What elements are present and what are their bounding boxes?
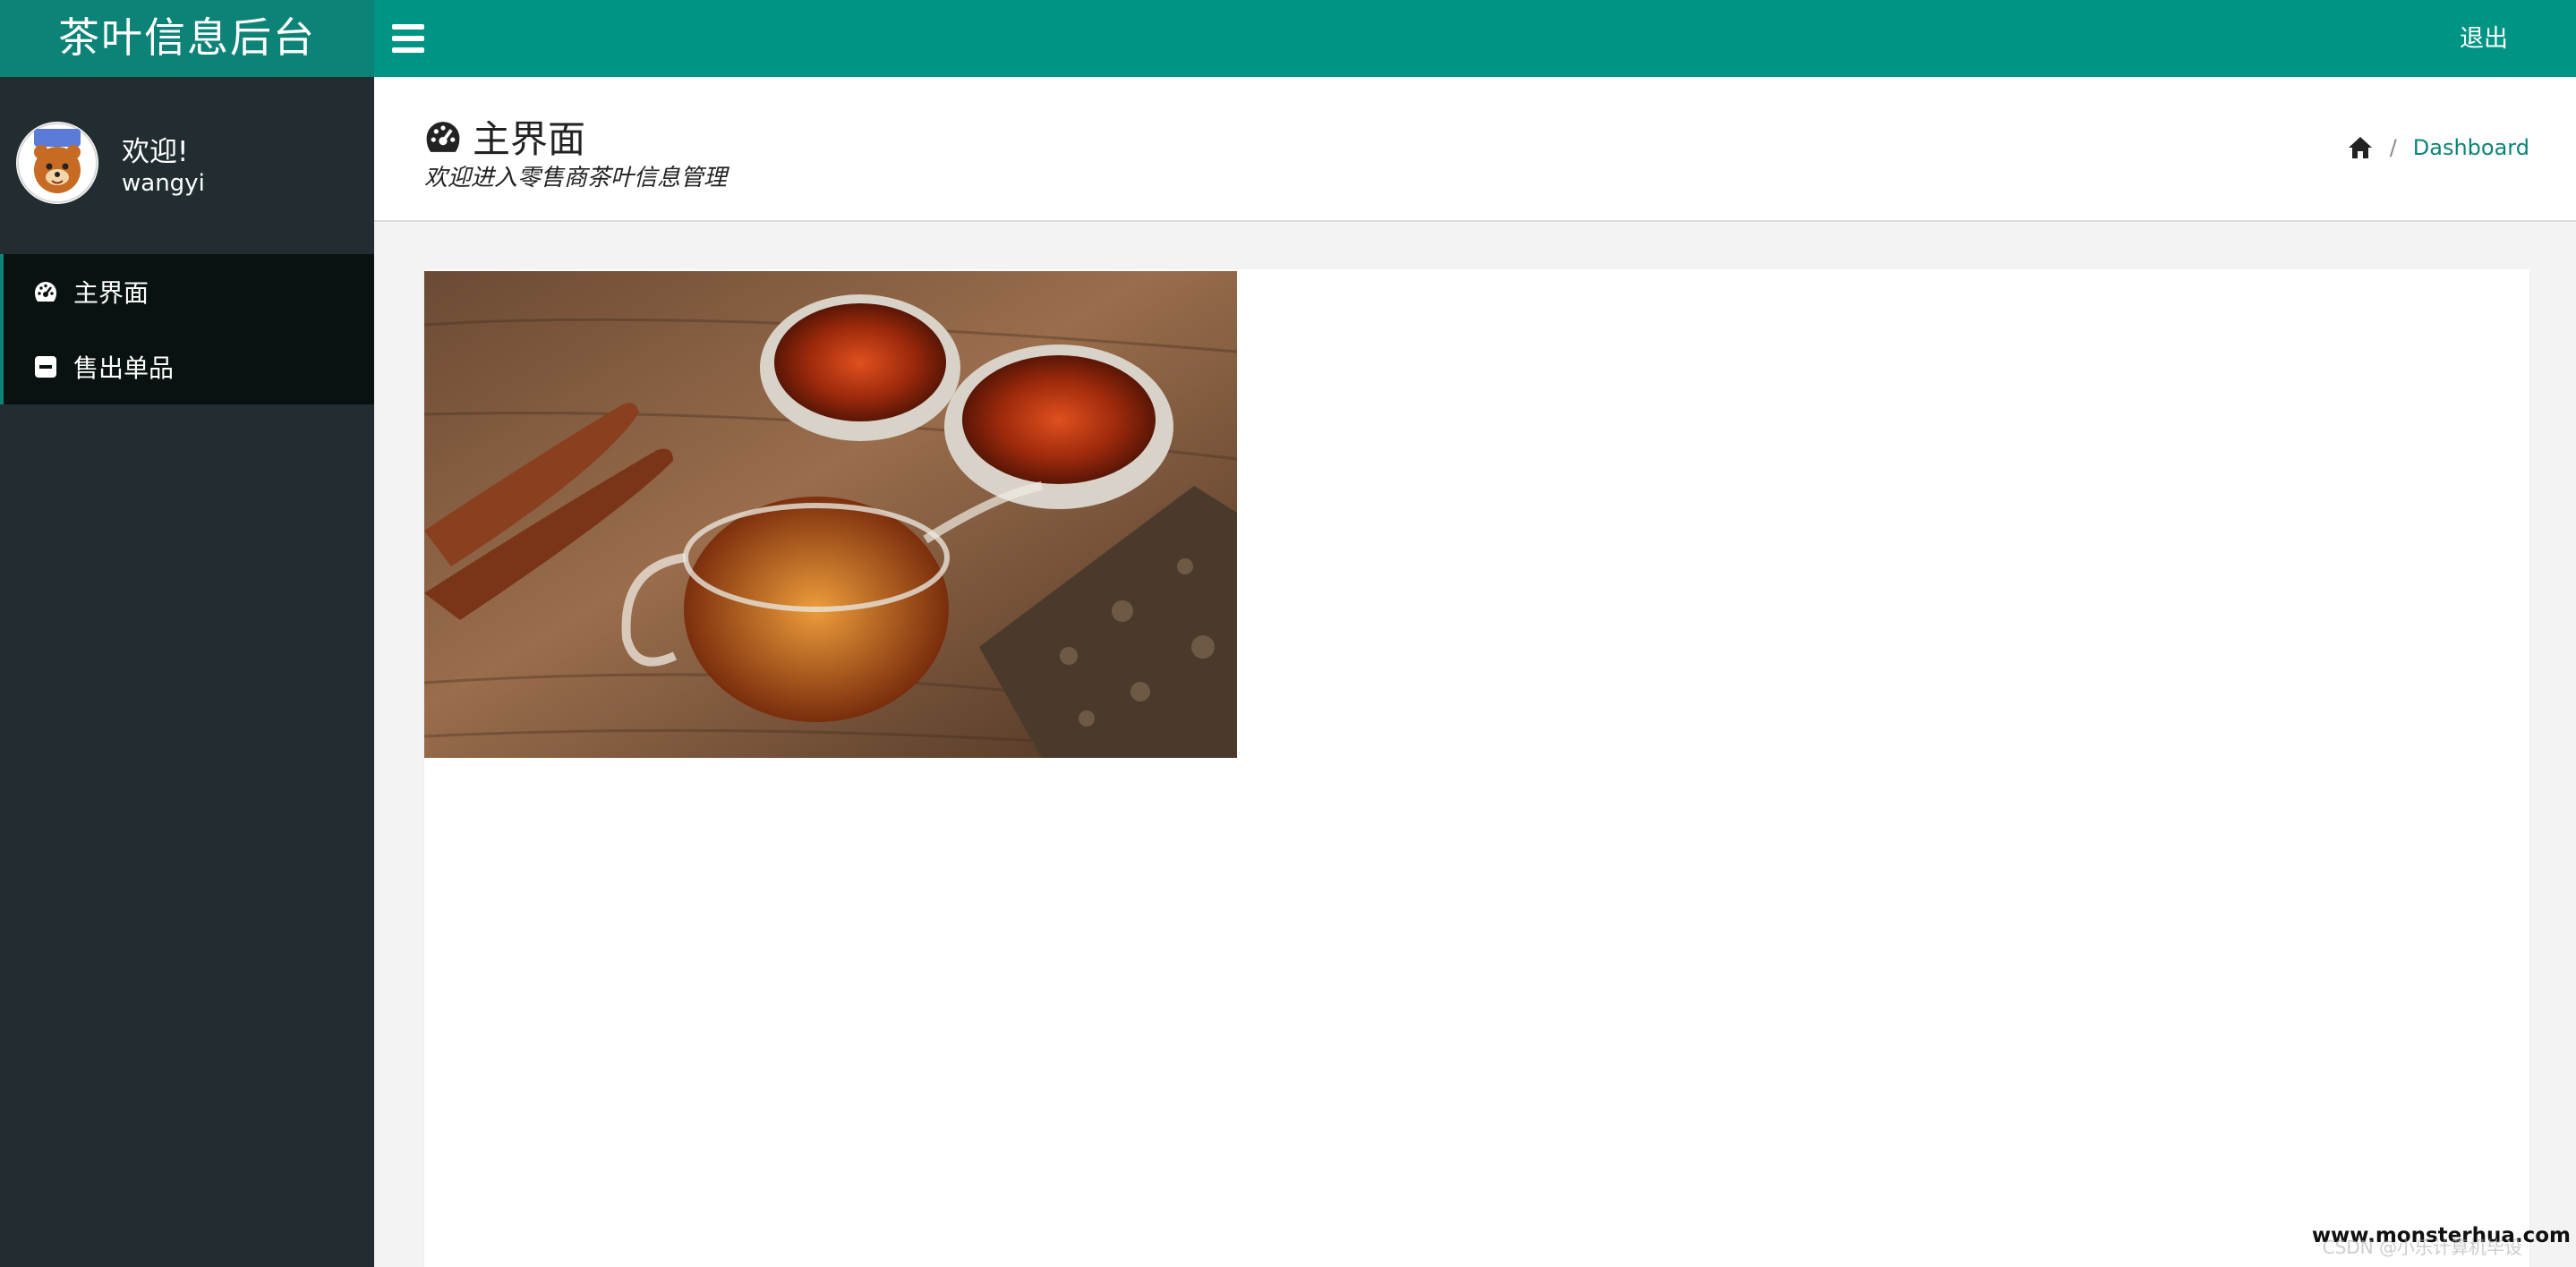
page-title: 主界面 (422, 109, 585, 164)
page-title-text: 主界面 (473, 117, 586, 161)
logout-button[interactable]: 退出 (2460, 0, 2508, 72)
sidebar-item-sold-products[interactable]: 售出单品 (0, 329, 374, 404)
hamburger-line (392, 47, 424, 53)
sidebar-toggle-button[interactable] (392, 15, 439, 62)
top-header: 茶叶信息后台 退出 (0, 0, 2576, 77)
avatar (16, 122, 98, 204)
sidebar-item-label: 主界面 (73, 278, 149, 308)
page-subtitle: 欢迎进入零售商茶叶信息管理 (424, 165, 728, 191)
sidebar-item-label: 售出单品 (73, 353, 175, 383)
welcome-text: 欢迎! (122, 136, 189, 168)
watermark-csdn: CSDN @小乐计算机毕设 (2322, 1237, 2522, 1258)
main-panel (424, 269, 2529, 1267)
app-root: 茶叶信息后台 退出 欢迎! wangyi 主界面 售出单品 主界面 欢迎进入零售… (0, 0, 2576, 1267)
breadcrumb-current[interactable]: Dashboard (2413, 135, 2529, 160)
sidebar-menu: 主界面 售出单品 (0, 254, 374, 404)
hamburger-line (392, 24, 424, 30)
user-panel: 欢迎! wangyi (0, 77, 374, 254)
tea-photo (424, 271, 1237, 758)
sidebar: 欢迎! wangyi 主界面 售出单品 (0, 77, 374, 1267)
breadcrumb: / Dashboard (2347, 134, 2529, 161)
content-header: 主界面 欢迎进入零售商茶叶信息管理 / Dashboard (374, 77, 2576, 222)
dashboard-icon (422, 116, 464, 157)
breadcrumb-separator: / (2389, 135, 2397, 160)
minus-square-icon (32, 353, 59, 380)
username: wangyi (122, 170, 205, 197)
home-icon[interactable] (2347, 134, 2374, 161)
dashboard-icon (32, 278, 59, 305)
hamburger-line (392, 36, 424, 41)
sidebar-item-dashboard[interactable]: 主界面 (0, 254, 374, 329)
brand-title[interactable]: 茶叶信息后台 (0, 0, 374, 77)
